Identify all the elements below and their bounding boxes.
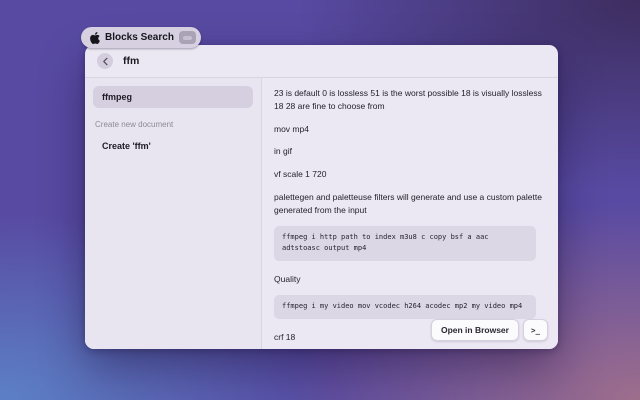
detail-paragraph: Quality xyxy=(274,273,546,286)
search-header: ffm xyxy=(85,45,558,78)
window-body: ffmpeg Create new document Create 'ffm' … xyxy=(85,78,558,349)
terminal-prompt-icon[interactable]: >_ xyxy=(523,319,548,341)
results-sidebar: ffmpeg Create new document Create 'ffm' xyxy=(85,78,262,349)
search-input[interactable]: ffm xyxy=(123,55,139,67)
app-tab-label: Blocks Search xyxy=(105,32,174,43)
footer-actions: Open in Browser >_ xyxy=(431,319,548,341)
camera-icon[interactable] xyxy=(179,31,196,44)
app-tab-pill[interactable]: Blocks Search xyxy=(81,27,201,48)
code-block: ffmpeg i http path to index m3u8 c copy … xyxy=(274,226,536,260)
result-item-ffmpeg[interactable]: ffmpeg xyxy=(93,86,253,108)
apple-icon xyxy=(90,32,100,44)
detail-paragraph: 23 is default 0 is lossless 51 is the wo… xyxy=(274,87,546,113)
detail-paragraph: vf scale 1 720 xyxy=(274,168,546,181)
code-block: ffmpeg i my video mov vcodec h264 acodec… xyxy=(274,295,536,318)
open-in-browser-button[interactable]: Open in Browser xyxy=(431,319,519,341)
section-label-create-new-document: Create new document xyxy=(93,120,253,129)
blocks-search-window: ffm ffmpeg Create new document Create 'f… xyxy=(85,45,558,349)
back-button[interactable] xyxy=(97,53,113,69)
chevron-left-icon xyxy=(102,57,109,66)
detail-paragraph: in gif xyxy=(274,145,546,158)
result-detail-panel[interactable]: 23 is default 0 is lossless 51 is the wo… xyxy=(262,78,558,349)
detail-paragraph: mov mp4 xyxy=(274,123,546,136)
create-ffm-item[interactable]: Create 'ffm' xyxy=(93,141,253,151)
detail-paragraph: palettegen and paletteuse filters will g… xyxy=(274,191,546,217)
